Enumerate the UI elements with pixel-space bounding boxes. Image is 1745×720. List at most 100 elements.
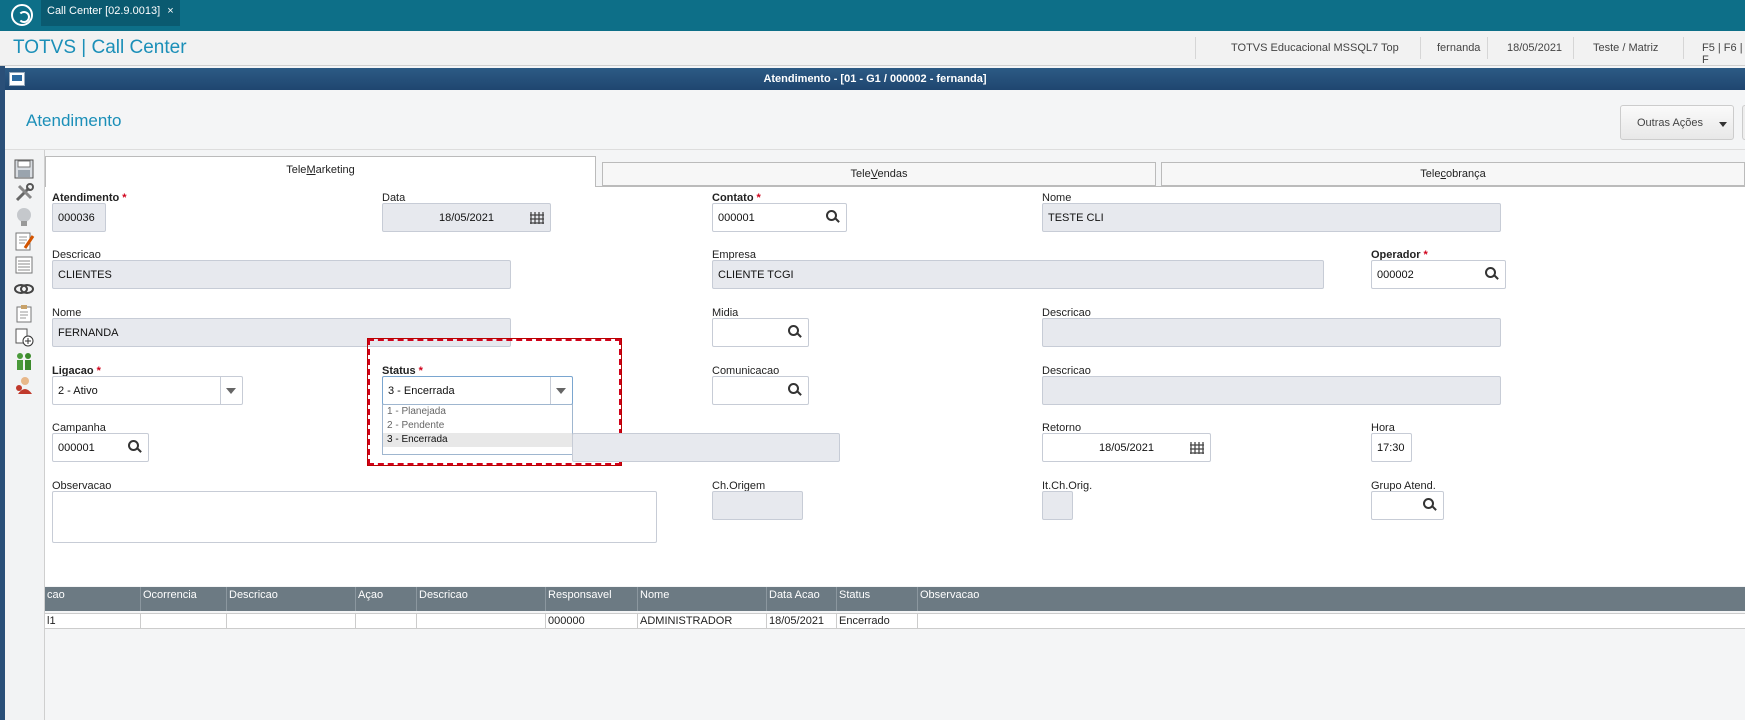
tab-label-accel: M [306, 164, 316, 176]
grid-col-header[interactable]: Status [837, 587, 918, 611]
header-divider [1487, 37, 1488, 59]
tab-telecobranca[interactable]: Telecobrança [1161, 162, 1745, 186]
grid-cell [417, 614, 546, 628]
descricao-comunicacao-field[interactable] [1042, 376, 1501, 405]
operador-field[interactable]: 000002 [1371, 260, 1506, 289]
grid-col-header[interactable]: Descricao [417, 587, 546, 611]
header-divider [1195, 37, 1196, 59]
chevron-down-icon[interactable] [226, 388, 236, 394]
search-icon[interactable] [1485, 267, 1499, 281]
grid-cell [356, 614, 417, 628]
midia-field[interactable] [712, 318, 809, 347]
page-title: Atendimento [26, 111, 122, 130]
contato-field[interactable]: 000001 [712, 203, 847, 232]
date-label: 18/05/2021 [1507, 42, 1563, 54]
search-icon[interactable] [788, 325, 802, 339]
form-panel: Atendimento * 000036 Data 18/05/2021 Cont… [45, 186, 1745, 586]
grid-cell: 18/05/2021 [767, 614, 837, 628]
grupo-atend-field[interactable] [1371, 491, 1444, 520]
observacao-textarea[interactable] [52, 491, 657, 543]
window-title: Atendimento - [01 - G1 / 000002 - fernan… [763, 73, 987, 85]
grid-col-header[interactable]: Data Acao [767, 587, 837, 611]
page-title-area: Atendimento Outras Ações [5, 90, 1745, 150]
actions-grid: cao Ocorrencia Descricao Açao Descricao … [45, 587, 1745, 720]
hora-field[interactable]: 17:30 [1371, 433, 1412, 462]
app-header: TOTVS | Call Center TOTVS Educacional MS… [0, 31, 1745, 66]
data-field[interactable]: 18/05/2021 [382, 203, 551, 232]
side-toolbar [5, 150, 45, 720]
tab-telemarketing[interactable]: TeleMarketing [45, 156, 596, 187]
table-row[interactable]: l1 000000 ADMINISTRADOR 18/05/2021 Encer… [45, 613, 1745, 629]
grid-col-header[interactable]: Observacao [918, 587, 1745, 611]
tab-label: endas [877, 168, 908, 180]
list-icon[interactable] [13, 254, 35, 276]
lightbulb-icon[interactable] [13, 206, 35, 228]
link-icon[interactable] [13, 278, 35, 300]
grid-cell [141, 614, 227, 628]
edit-note-icon[interactable] [13, 230, 35, 252]
close-icon[interactable]: × [167, 5, 173, 17]
chevron-down-icon[interactable] [556, 388, 566, 394]
grid-cell [227, 614, 356, 628]
window-icon[interactable] [9, 72, 25, 86]
window-title-bar: Atendimento - [01 - G1 / 000002 - fernan… [5, 68, 1745, 90]
tools-icon[interactable] [13, 182, 35, 204]
tab-label: Tele [1420, 168, 1441, 180]
search-icon[interactable] [128, 440, 142, 454]
search-icon[interactable] [826, 210, 840, 224]
search-icon[interactable] [788, 383, 802, 397]
save-icon[interactable] [13, 158, 35, 180]
campanha-field[interactable]: 000001 [52, 433, 149, 462]
status-option-encerrada[interactable]: 3 - Encerrada [383, 433, 572, 447]
calendar-icon[interactable] [530, 212, 544, 224]
grid-cell: 000000 [546, 614, 638, 628]
atendimento-field[interactable]: 000036 [52, 203, 106, 232]
retorno-field[interactable]: 18/05/2021 [1042, 433, 1211, 462]
calendar-icon[interactable] [1190, 442, 1204, 454]
comunicacao-field[interactable] [712, 376, 809, 405]
grid-col-header[interactable]: cao [45, 587, 141, 611]
status-dropdown-list: 1 - Planejada 2 - Pendente 3 - Encerrada [382, 404, 573, 455]
header-divider [1420, 37, 1421, 59]
grid-col-header[interactable]: Descricao [227, 587, 356, 611]
tab-label: Tele [286, 164, 307, 176]
status-option-planejada[interactable]: 1 - Planejada [383, 405, 572, 419]
header-divider [1573, 37, 1574, 59]
status-select[interactable]: 3 - Encerrada [382, 376, 573, 405]
grid-cell: ADMINISTRADOR [638, 614, 767, 628]
header-divider [1683, 37, 1684, 59]
status-option-pendente[interactable]: 2 - Pendente [383, 419, 572, 433]
document-add-icon[interactable] [13, 326, 35, 348]
tab-label: obrança [1445, 168, 1486, 180]
clipboard-icon[interactable] [13, 302, 35, 324]
search-icon[interactable] [1423, 498, 1437, 512]
grid-col-header[interactable]: Nome [638, 587, 767, 611]
campanha-descricao-field[interactable] [572, 433, 840, 462]
grid-cell [918, 614, 1745, 628]
grid-col-header[interactable]: Açao [356, 587, 417, 611]
app-brand: TOTVS | Call Center [13, 37, 187, 58]
descricao-field[interactable]: CLIENTES [52, 260, 511, 289]
agent-icon[interactable] [13, 374, 35, 396]
it-ch-orig-field[interactable] [1042, 491, 1073, 520]
shortcuts-label: F5 | F6 | F [1702, 42, 1743, 66]
users-icon[interactable] [13, 350, 35, 372]
more-actions-button[interactable]: Outras Ações [1620, 105, 1734, 140]
grid-header: cao Ocorrencia Descricao Açao Descricao … [45, 587, 1745, 611]
ligacao-select[interactable]: 2 - Ativo [52, 376, 243, 405]
totvs-logo-icon [11, 4, 33, 26]
ch-origem-field[interactable] [712, 491, 803, 520]
descricao-midia-field[interactable] [1042, 318, 1501, 347]
branch-label: Teste / Matriz [1593, 42, 1659, 54]
main-content: TeleMarketing TeleVendas Telecobrança At… [45, 150, 1745, 720]
grid-cell: Encerrado [837, 614, 918, 628]
more-actions-label: Outras Ações [1637, 117, 1704, 129]
app-tab[interactable]: Call Center [02.9.0013] × [41, 0, 180, 26]
tab-televendas[interactable]: TeleVendas [602, 162, 1156, 186]
nome-contato-field[interactable]: TESTE CLI [1042, 203, 1501, 232]
tab-label: arketing [315, 164, 355, 176]
app-tab-label: Call Center [02.9.0013] [47, 5, 161, 17]
grid-col-header[interactable]: Responsavel [546, 587, 638, 611]
grid-col-header[interactable]: Ocorrencia [141, 587, 227, 611]
empresa-field[interactable]: CLIENTE TCGI [712, 260, 1324, 289]
